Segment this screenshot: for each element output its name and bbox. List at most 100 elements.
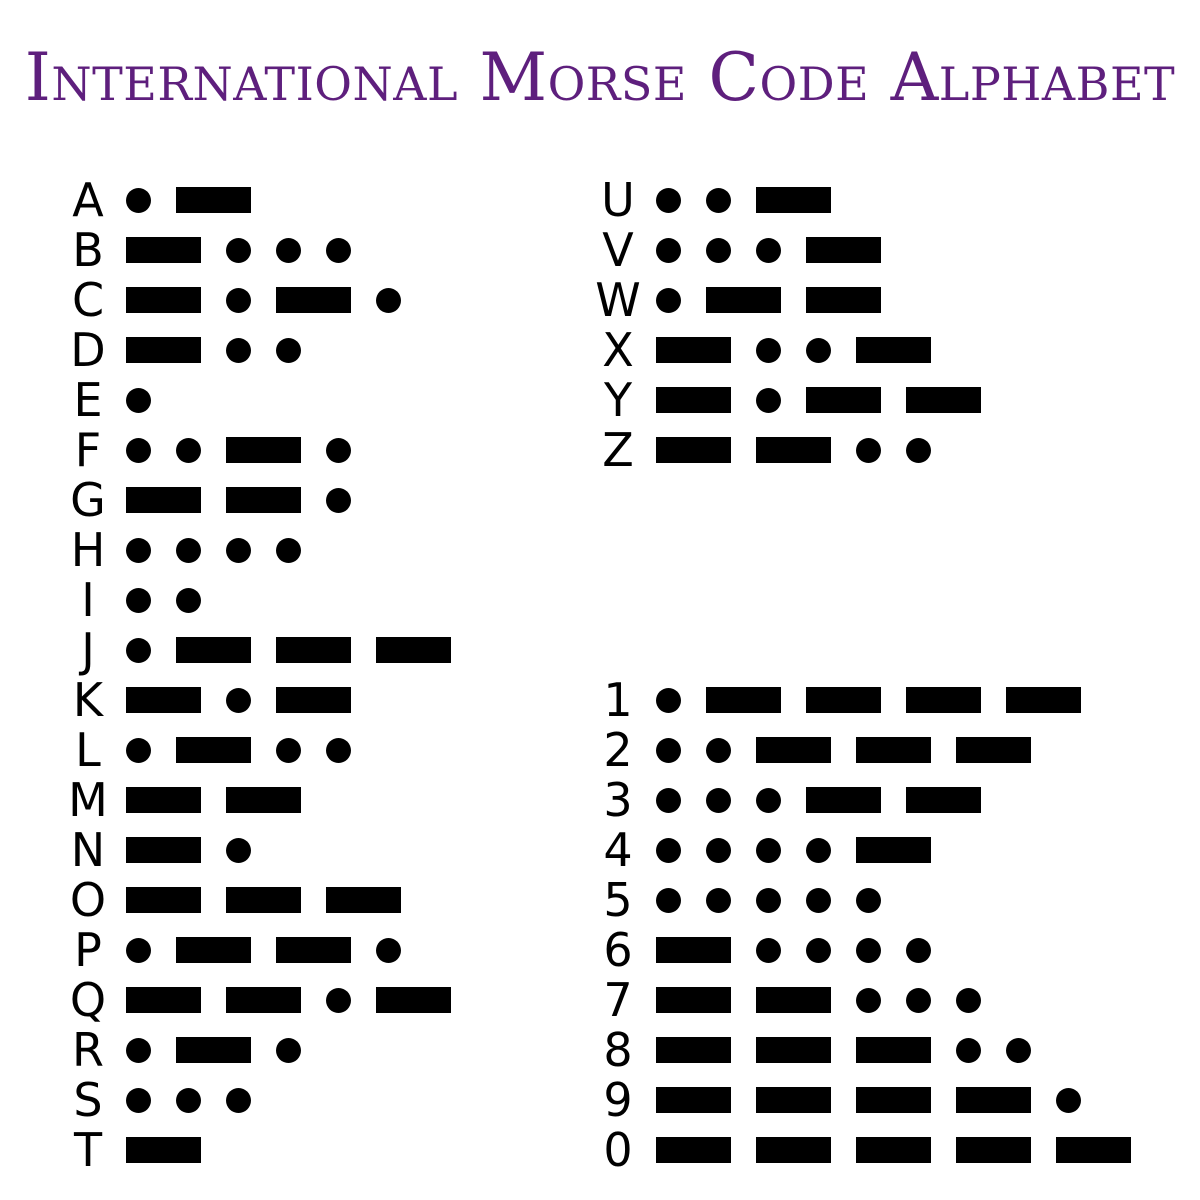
morse-dash: [226, 987, 301, 1013]
morse-dash: [276, 937, 351, 963]
morse-dash: [806, 287, 881, 313]
morse-dash: [756, 737, 831, 763]
morse-dash: [376, 987, 451, 1013]
morse-dot: [656, 288, 681, 313]
morse-dash: [756, 1037, 831, 1063]
morse-dot: [706, 788, 731, 813]
morse-dash: [806, 387, 881, 413]
morse-dot: [756, 788, 781, 813]
morse-sequence: [63, 475, 763, 525]
morse-dot: [126, 388, 151, 413]
morse-dot: [656, 738, 681, 763]
morse-dot: [656, 888, 681, 913]
morse-dash: [906, 787, 981, 813]
morse-dash: [1056, 1137, 1131, 1163]
morse-dash: [756, 1137, 831, 1163]
morse-dot: [656, 838, 681, 863]
morse-dot: [756, 388, 781, 413]
morse-sequence: [593, 375, 1200, 425]
page-title: International Morse Code Alphabet: [24, 39, 1176, 116]
morse-dash: [756, 1087, 831, 1113]
morse-dash: [706, 687, 781, 713]
morse-dot: [276, 238, 301, 263]
morse-dash: [656, 1137, 731, 1163]
morse-dot: [226, 238, 251, 263]
morse-dot: [806, 838, 831, 863]
morse-dot: [756, 838, 781, 863]
morse-sequence: [593, 775, 1200, 825]
morse-dot: [276, 538, 301, 563]
morse-dash: [126, 1137, 201, 1163]
morse-dot: [226, 288, 251, 313]
morse-dot: [706, 188, 731, 213]
morse-dot: [326, 438, 351, 463]
morse-dash: [276, 687, 351, 713]
morse-sequence: [593, 1075, 1200, 1125]
morse-dash: [656, 387, 731, 413]
morse-dash: [326, 887, 401, 913]
morse-dash: [906, 387, 981, 413]
morse-dot: [806, 938, 831, 963]
morse-sequence: [593, 1025, 1200, 1075]
morse-dot: [176, 1088, 201, 1113]
morse-dash: [806, 687, 881, 713]
morse-dot: [276, 1038, 301, 1063]
morse-dash: [126, 837, 201, 863]
morse-dot: [276, 738, 301, 763]
morse-dot: [756, 888, 781, 913]
morse-dash: [956, 1137, 1031, 1163]
morse-dash: [956, 1087, 1031, 1113]
morse-dash: [226, 437, 301, 463]
morse-dash: [956, 737, 1031, 763]
morse-dash: [1006, 687, 1081, 713]
morse-dot: [856, 988, 881, 1013]
morse-sequence: [593, 325, 1200, 375]
morse-dot: [856, 888, 881, 913]
morse-dot: [656, 788, 681, 813]
morse-dot: [806, 888, 831, 913]
morse-dash: [176, 1037, 251, 1063]
morse-dot: [226, 538, 251, 563]
morse-dash: [176, 637, 251, 663]
morse-sequence: [593, 175, 1200, 225]
morse-sequence: [593, 225, 1200, 275]
morse-dot: [126, 1088, 151, 1113]
morse-dot: [856, 938, 881, 963]
morse-sequence: [593, 875, 1200, 925]
morse-sequence: [63, 625, 763, 675]
morse-dot: [126, 1038, 151, 1063]
morse-sequence: [593, 675, 1200, 725]
morse-dash: [656, 937, 731, 963]
morse-sequence: [593, 1125, 1200, 1175]
morse-dash: [176, 737, 251, 763]
morse-dot: [326, 238, 351, 263]
morse-dot: [326, 738, 351, 763]
morse-dash: [856, 1087, 931, 1113]
morse-dot: [756, 338, 781, 363]
morse-dash: [656, 987, 731, 1013]
morse-dot: [906, 938, 931, 963]
morse-dot: [126, 588, 151, 613]
morse-dash: [706, 287, 781, 313]
morse-dash: [856, 1137, 931, 1163]
morse-dot: [706, 838, 731, 863]
morse-dot: [706, 738, 731, 763]
morse-dot: [326, 488, 351, 513]
morse-dot: [226, 838, 251, 863]
morse-dash: [176, 187, 251, 213]
morse-dot: [376, 288, 401, 313]
morse-dot: [176, 538, 201, 563]
morse-dash: [756, 437, 831, 463]
morse-dash: [226, 787, 301, 813]
morse-sequence: [593, 275, 1200, 325]
morse-sequence: [593, 425, 1200, 475]
morse-dash: [806, 237, 881, 263]
morse-dash: [756, 987, 831, 1013]
morse-dot: [756, 938, 781, 963]
morse-dash: [126, 237, 201, 263]
morse-dot: [706, 238, 731, 263]
morse-dash: [856, 737, 931, 763]
morse-sequence: [593, 725, 1200, 775]
morse-dot: [856, 438, 881, 463]
morse-dash: [276, 287, 351, 313]
